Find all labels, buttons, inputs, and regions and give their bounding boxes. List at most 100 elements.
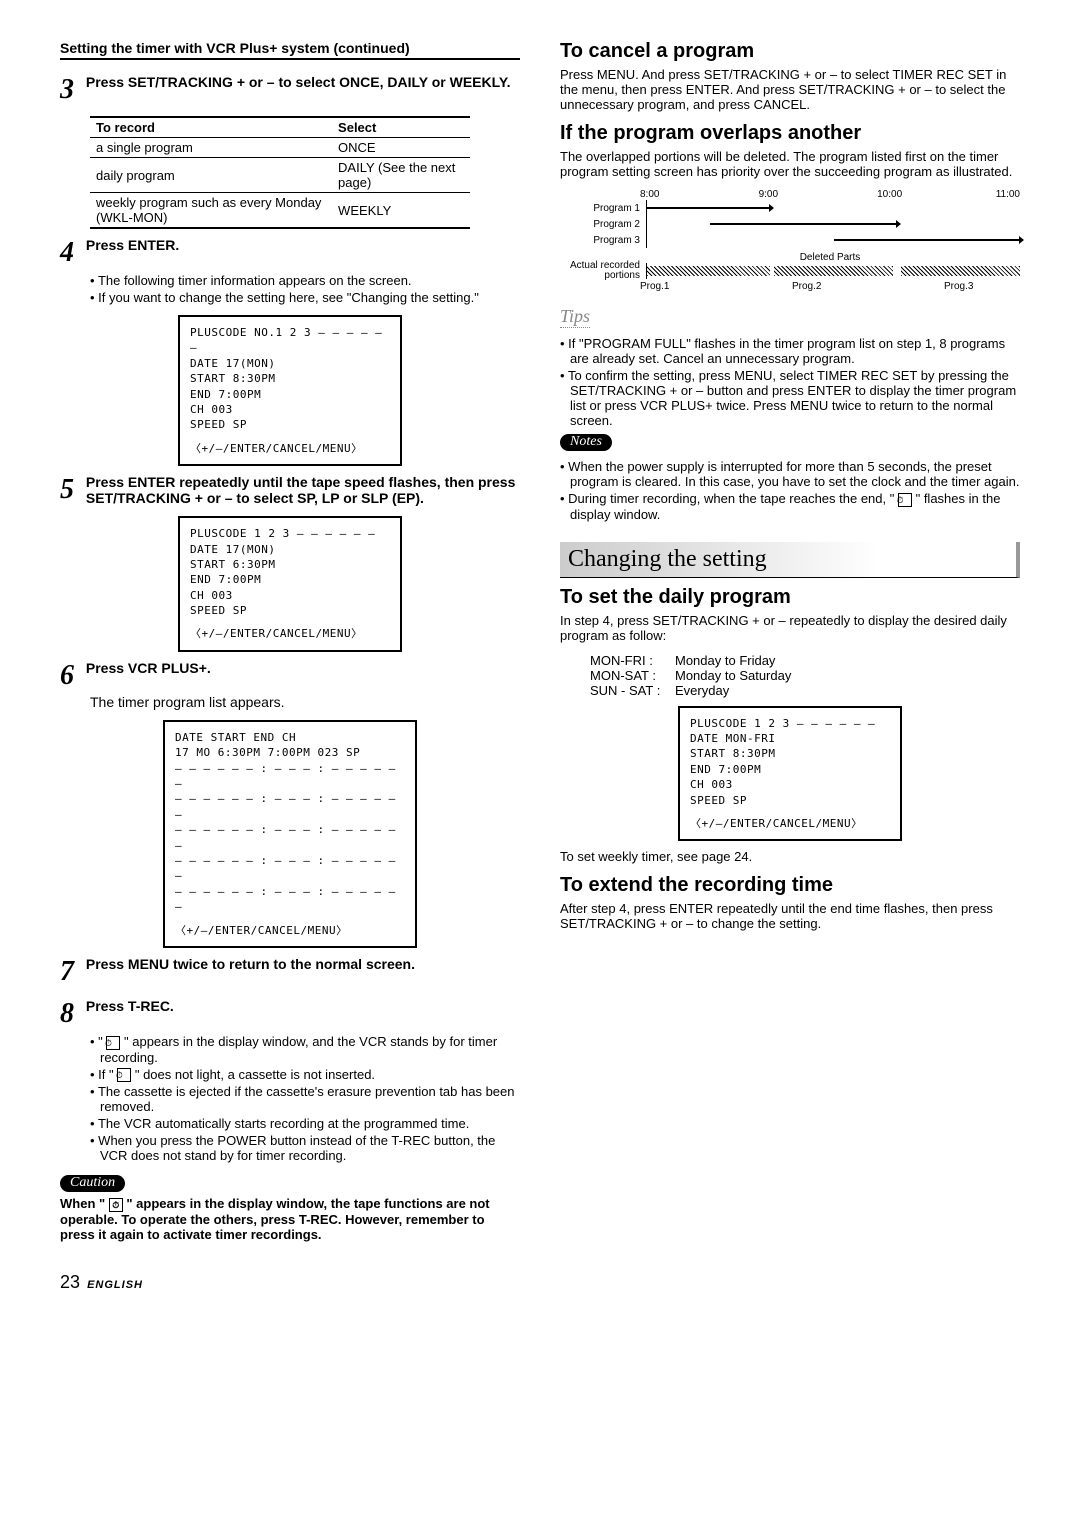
cell: weekly program such as every Monday (WKL… <box>90 193 332 229</box>
para: In step 4, press SET/TRACKING + or – rep… <box>560 613 1020 643</box>
label: Program 2 <box>560 219 646 230</box>
tip: To confirm the setting, press MENU, sele… <box>560 368 1020 428</box>
osd-footer: 〈+/–/ENTER/CANCEL/MENU〉 <box>190 441 390 456</box>
step-number: 8 <box>60 998 82 1030</box>
heading-overlap: If the program overlaps another <box>560 122 1020 145</box>
osd-line: CH 003 <box>690 777 890 792</box>
bullet: The cassette is ejected if the cassette'… <box>90 1084 520 1114</box>
prog-label: Prog.2 <box>792 281 944 292</box>
label: Actual recorded portions <box>560 261 646 281</box>
label: Program 1 <box>560 203 646 214</box>
heading-daily: To set the daily program <box>560 586 1020 609</box>
step-3: 3 Press SET/TRACKING + or – to select ON… <box>60 74 520 106</box>
cell: daily program <box>90 158 332 193</box>
timer-icon: ⏱ <box>117 1068 131 1082</box>
step-text: Press ENTER. <box>86 237 516 253</box>
timer-icon: ⏱ <box>106 1036 120 1050</box>
cell: DAILY (See the next page) <box>332 158 470 193</box>
osd-line: END 7:00PM <box>690 762 890 777</box>
bullet: If you want to change the setting here, … <box>90 290 520 305</box>
step-number: 7 <box>60 956 82 988</box>
caution-label: Caution <box>60 1175 125 1192</box>
osd-line: DATE 17(MON) <box>190 542 390 557</box>
para: To set weekly timer, see page 24. <box>560 849 1020 864</box>
tip: If "PROGRAM FULL" flashes in the timer p… <box>560 336 1020 366</box>
step-number: 4 <box>60 237 82 269</box>
tick: 8:00 <box>640 189 759 200</box>
key: MON-FRI : <box>590 653 675 668</box>
daily-options: MON-FRI :Monday to Friday MON-SAT :Monda… <box>590 653 1020 698</box>
osd-line: – – – – – – : – – – : – – – – – – <box>175 884 405 915</box>
key: MON-SAT : <box>590 668 675 683</box>
step-text: Press SET/TRACKING + or – to select ONCE… <box>86 74 516 90</box>
osd-line: START 8:30PM <box>690 746 890 761</box>
para: Press MENU. And press SET/TRACKING + or … <box>560 67 1020 112</box>
osd-line: – – – – – – : – – – : – – – – – – <box>175 853 405 884</box>
prog-label: Prog.1 <box>640 281 792 292</box>
osd-line: PLUSCODE 1 2 3 – – – – – – <box>690 716 890 731</box>
osd-line: – – – – – – : – – – : – – – – – – <box>175 791 405 822</box>
step-number: 6 <box>60 660 82 692</box>
record-select-table: To recordSelect a single programONCE dai… <box>90 116 470 229</box>
label: Program 3 <box>560 235 646 246</box>
para: The overlapped portions will be deleted.… <box>560 149 1020 179</box>
osd-line: END 7:00PM <box>190 572 390 587</box>
osd-line: CH 003 <box>190 588 390 603</box>
osd-line: – – – – – – : – – – : – – – – – – <box>175 822 405 853</box>
osd-line: PLUSCODE NO.1 2 3 – – – – – – <box>190 325 390 356</box>
key: SUN - SAT : <box>590 683 675 698</box>
heading-cancel: To cancel a program <box>560 40 1020 63</box>
osd-line: 17 MO 6:30PM 7:00PM 023 SP <box>175 745 405 760</box>
cell: WEEKLY <box>332 193 470 229</box>
osd-line: START 6:30PM <box>190 557 390 572</box>
bullet: If " ⏱ " does not light, a cassette is n… <box>90 1067 520 1083</box>
step-8: 8 Press T-REC. " ⏱ " appears in the disp… <box>60 998 520 1163</box>
val: Monday to Friday <box>675 653 775 668</box>
osd-line: SPEED SP <box>190 603 390 618</box>
section-continued-title: Setting the timer with VCR Plus+ system … <box>60 40 520 60</box>
page-number: 23 <box>60 1272 80 1292</box>
timer-icon: ⏱ <box>109 1198 123 1212</box>
th-to-record: To record <box>90 117 332 138</box>
step-body: The timer program list appears. <box>90 694 520 710</box>
bullet: When you press the POWER button instead … <box>90 1133 520 1163</box>
osd-screen-3: DATE START END CH 17 MO 6:30PM 7:00PM 02… <box>163 720 417 948</box>
step-text: Press MENU twice to return to the normal… <box>86 956 516 972</box>
osd-line: DATE START END CH <box>175 730 405 745</box>
osd-footer: 〈+/–/ENTER/CANCEL/MENU〉 <box>190 626 390 641</box>
step-7: 7 Press MENU twice to return to the norm… <box>60 956 520 988</box>
page-language: ENGLISH <box>87 1279 143 1291</box>
heading-extend: To extend the recording time <box>560 874 1020 897</box>
step-number: 3 <box>60 74 82 106</box>
bullet: The following timer information appears … <box>90 273 520 288</box>
osd-footer: 〈+/–/ENTER/CANCEL/MENU〉 <box>175 923 405 938</box>
notes-label: Notes <box>560 434 612 451</box>
tips-label: Tips <box>560 306 590 328</box>
osd-line: – – – – – – : – – – : – – – – – – <box>175 761 405 792</box>
para: After step 4, press ENTER repeatedly unt… <box>560 901 1020 931</box>
val: Monday to Saturday <box>675 668 791 683</box>
timer-icon: ⏱ <box>898 493 912 507</box>
note: During timer recording, when the tape re… <box>560 491 1020 522</box>
deleted-parts-label: Deleted Parts <box>640 248 1020 263</box>
cell: a single program <box>90 138 332 158</box>
osd-line: END 7:00PM <box>190 387 390 402</box>
page-footer: 23 ENGLISH <box>60 1272 1020 1293</box>
tick: 11:00 <box>996 189 1020 200</box>
step-text: Press VCR PLUS+. <box>86 660 516 676</box>
overlap-timeline-diagram: 8:00 9:00 10:00 11:00 Program 1 Program … <box>560 189 1020 292</box>
bullet: " ⏱ " appears in the display window, and… <box>90 1034 520 1065</box>
osd-line: CH 003 <box>190 402 390 417</box>
th-select: Select <box>332 117 470 138</box>
osd-screen-1: PLUSCODE NO.1 2 3 – – – – – – DATE 17(MO… <box>178 315 402 466</box>
osd-line: DATE MON-FRI <box>690 731 890 746</box>
osd-line: DATE 17(MON) <box>190 356 390 371</box>
step-4: 4 Press ENTER. The following timer infor… <box>60 237 520 305</box>
val: Everyday <box>675 683 729 698</box>
osd-line: START 8:30PM <box>190 371 390 386</box>
tick: 10:00 <box>877 189 996 200</box>
step-5: 5 Press ENTER repeatedly until the tape … <box>60 474 520 506</box>
osd-line: SPEED SP <box>190 417 390 432</box>
tick: 9:00 <box>759 189 878 200</box>
prog-label: Prog.3 <box>944 281 1020 292</box>
